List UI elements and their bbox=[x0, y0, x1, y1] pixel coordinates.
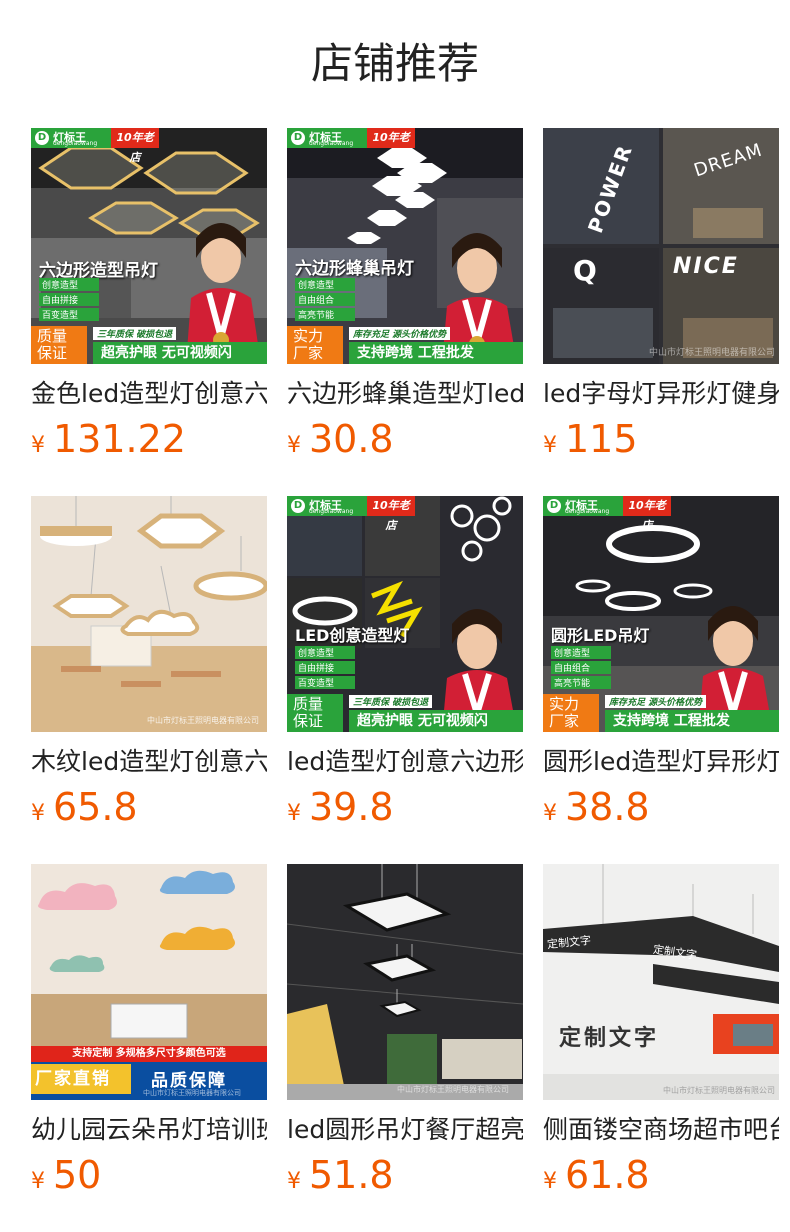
brand-logo: D 灯标王 dengbiaowang bbox=[31, 128, 111, 148]
product-price: ¥50 bbox=[31, 1153, 102, 1197]
product-image[interactable]: POWER DREAM Q NICE 中山市灯标王照明电器有限公司 bbox=[543, 128, 779, 364]
badge: 10年老店 bbox=[111, 128, 159, 164]
corner-label: 实力 厂家 bbox=[287, 326, 343, 364]
product-card[interactable]: 中山市灯标王照明电器有限公司 led圆形吊灯餐厅超亮 ¥51.8 bbox=[287, 864, 523, 1198]
strip: 超亮护眼 无可视频闪 bbox=[349, 710, 523, 732]
image-headline: 圆形LED吊灯 bbox=[551, 626, 650, 645]
product-image[interactable]: D 灯标王 dengbiaowang 10年老店 圆形LED吊灯 创意造型 自由… bbox=[543, 496, 779, 732]
product-price: ¥65.8 bbox=[31, 785, 138, 829]
product-image[interactable]: D 灯标王 dengbiaowang 10年老店 六边形造型吊灯 创意造型 自由… bbox=[31, 128, 267, 364]
product-price: ¥115 bbox=[543, 417, 638, 461]
product-image[interactable]: 中山市灯标王照明电器有限公司 bbox=[31, 496, 267, 732]
image-tags: 创意造型 自由拼接 百变造型 bbox=[39, 278, 99, 321]
wall-text: 定制文字 bbox=[559, 1026, 660, 1051]
product-image[interactable]: D 灯标王 dengbiaowang 10年老店 六边形蜂巢吊灯 创意造型 自由… bbox=[287, 128, 523, 364]
corner-label: 质量 保证 bbox=[287, 694, 343, 732]
product-card[interactable]: D 灯标王 dengbiaowang 10年老店 LED创意造型灯 创意造型 自… bbox=[287, 496, 523, 830]
product-title[interactable]: 圆形led造型灯异形灯 bbox=[543, 744, 779, 780]
page-title: 店铺推荐 bbox=[310, 39, 479, 88]
badge: 10年老店 bbox=[623, 496, 671, 532]
strip: 支持跨境 工程批发 bbox=[349, 342, 523, 364]
product-image[interactable]: 定制文字 定制文字 定制文字 中山市灯标王照明电器有限公司 bbox=[543, 864, 779, 1100]
watermark: 中山市灯标王照明电器有限公司 bbox=[648, 348, 775, 358]
product-title[interactable]: 幼儿园云朵吊灯培训班 bbox=[31, 1112, 267, 1148]
product-price: ¥51.8 bbox=[287, 1153, 394, 1197]
corner-label: 实力 厂家 bbox=[543, 694, 599, 732]
product-image[interactable]: 支持定制 多规格多尺寸多颜色可选 厂家直销 品质保障 中山市灯标王照明电器有限公… bbox=[31, 864, 267, 1100]
image-tags: 创意造型 自由拼接 百变造型 bbox=[295, 646, 355, 689]
product-card[interactable]: D 灯标王 dengbiaowang 10年老店 六边形造型吊灯 创意造型 自由… bbox=[31, 128, 267, 462]
image-tags: 创意造型 自由组合 高亮节能 bbox=[551, 646, 611, 689]
brand-logo-icon: D bbox=[547, 499, 561, 513]
strip: 支持跨境 工程批发 bbox=[605, 710, 779, 732]
watermark: 中山市灯标王照明电器有限公司 bbox=[397, 1085, 509, 1094]
product-title[interactable]: 六边形蜂巢造型灯led bbox=[287, 376, 523, 412]
product-price: ¥131.22 bbox=[31, 417, 186, 461]
product-title[interactable]: 木纹led造型灯创意六 bbox=[31, 744, 267, 780]
product-card[interactable]: 支持定制 多规格多尺寸多颜色可选 厂家直销 品质保障 中山市灯标王照明电器有限公… bbox=[31, 864, 267, 1198]
brand-logo-icon: D bbox=[291, 131, 305, 145]
badge: 10年老店 bbox=[367, 496, 415, 532]
product-price: ¥39.8 bbox=[287, 785, 394, 829]
product-price: ¥38.8 bbox=[543, 785, 650, 829]
product-title[interactable]: led造型灯创意六边形 bbox=[287, 744, 523, 780]
product-title[interactable]: led字母灯异形灯健身 bbox=[543, 376, 779, 412]
brand-logo: D 灯标王 dengbiaowang bbox=[287, 128, 367, 148]
brand-logo: D 灯标王 dengbiaowang bbox=[543, 496, 623, 516]
product-price: ¥30.8 bbox=[287, 417, 394, 461]
product-card[interactable]: 定制文字 定制文字 定制文字 中山市灯标王照明电器有限公司 侧面镂空商场超市吧台… bbox=[543, 864, 779, 1198]
image-headline: LED创意造型灯 bbox=[295, 626, 410, 645]
image-tags: 创意造型 自由组合 高亮节能 bbox=[295, 278, 355, 321]
product-price: ¥61.8 bbox=[543, 1153, 650, 1197]
watermark: 中山市灯标王照明电器有限公司 bbox=[147, 716, 259, 725]
brand-logo-icon: D bbox=[35, 131, 49, 145]
letter-sign: NICE bbox=[673, 254, 739, 279]
strip-top: 三年质保 破损包退 bbox=[349, 695, 433, 708]
brand-logo: D 灯标王 dengbiaowang bbox=[287, 496, 367, 516]
product-card[interactable]: D 灯标王 dengbiaowang 10年老店 六边形蜂巢吊灯 创意造型 自由… bbox=[287, 128, 523, 462]
letter-sign: Q bbox=[573, 254, 597, 287]
product-title[interactable]: 侧面镂空商场超市吧台 bbox=[543, 1112, 779, 1148]
corner-label: 质量 保证 bbox=[31, 326, 87, 364]
product-card[interactable]: D 灯标王 dengbiaowang 10年老店 圆形LED吊灯 创意造型 自由… bbox=[543, 496, 779, 830]
strip: 超亮护眼 无可视频闪 bbox=[93, 342, 267, 364]
product-card[interactable]: 中山市灯标王照明电器有限公司 木纹led造型灯创意六 ¥65.8 bbox=[31, 496, 267, 830]
watermark: 中山市灯标王照明电器有限公司 bbox=[663, 1086, 775, 1095]
strip-top: 库存充足 源头价格优势 bbox=[605, 695, 707, 708]
badge: 10年老店 bbox=[367, 128, 415, 164]
product-image[interactable]: D 灯标王 dengbiaowang 10年老店 LED创意造型灯 创意造型 自… bbox=[287, 496, 523, 732]
image-banner: 支持定制 多规格多尺寸多颜色可选 bbox=[31, 1046, 267, 1062]
product-title[interactable]: 金色led造型灯创意六 bbox=[31, 376, 267, 412]
strip-top: 三年质保 破损包退 bbox=[93, 327, 177, 340]
product-card[interactable]: POWER DREAM Q NICE 中山市灯标王照明电器有限公司 led字母灯… bbox=[543, 128, 779, 462]
brand-logo-icon: D bbox=[291, 499, 305, 513]
product-image[interactable]: 中山市灯标王照明电器有限公司 bbox=[287, 864, 523, 1100]
image-headline: 六边形蜂巢吊灯 bbox=[295, 259, 414, 279]
strip-top: 库存充足 源头价格优势 bbox=[349, 327, 451, 340]
image-left-label: 厂家直销 bbox=[31, 1064, 131, 1094]
product-title[interactable]: led圆形吊灯餐厅超亮 bbox=[287, 1112, 523, 1148]
watermark: 中山市灯标王照明电器有限公司 bbox=[143, 1089, 241, 1097]
